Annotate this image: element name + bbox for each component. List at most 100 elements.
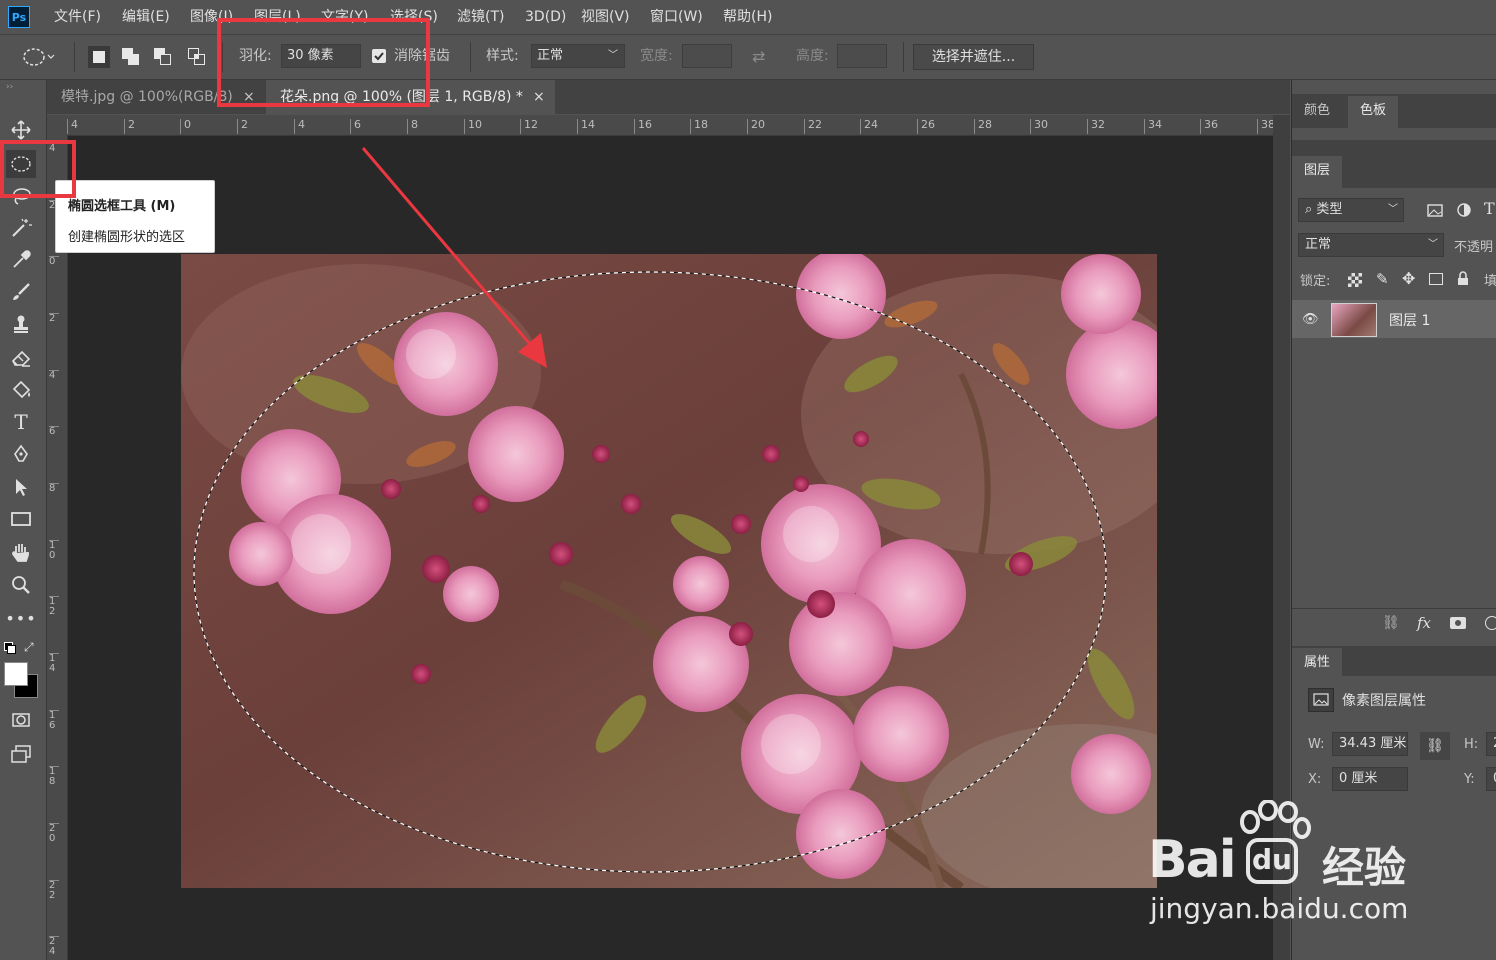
ruler-label: 0	[180, 119, 191, 134]
w-label: W:	[1308, 737, 1325, 752]
pen-tool-icon[interactable]	[6, 440, 36, 468]
eraser-tool-icon[interactable]	[6, 343, 36, 371]
menu-edit[interactable]: 编辑(E)	[122, 0, 170, 34]
ruler-label: 4	[49, 370, 59, 381]
ruler-label: 16	[634, 119, 652, 134]
layer-filter-select[interactable]: ⌕ 类型 ﹀	[1298, 198, 1404, 222]
quick-mask-icon[interactable]	[6, 706, 36, 734]
stamp-tool-icon[interactable]	[6, 310, 36, 338]
ruler-label: 22	[49, 880, 59, 901]
style-select[interactable]: 正常 ﹀	[531, 44, 625, 68]
new-selection-button[interactable]	[88, 46, 110, 68]
foreground-color-swatch[interactable]	[4, 662, 28, 686]
width-input[interactable]	[682, 44, 732, 68]
image-filter-icon[interactable]	[1426, 201, 1444, 219]
swap-icon[interactable]: ⇄	[752, 47, 772, 67]
feather-highlight-box	[217, 18, 430, 107]
tab-properties[interactable]: 属性	[1292, 648, 1343, 676]
lock-transparency-icon[interactable]	[1348, 273, 1362, 287]
default-colors-icon[interactable]	[4, 642, 16, 654]
collapse-icon[interactable]: ››	[6, 82, 13, 92]
type-tool-icon[interactable]: T	[6, 408, 36, 436]
pixel-layer-icon	[1308, 688, 1334, 712]
eye-icon[interactable]: 👁	[1302, 312, 1319, 327]
height-field[interactable]: 2	[1486, 732, 1496, 756]
tab-color[interactable]: 颜色	[1292, 96, 1342, 126]
screen-mode-icon[interactable]	[6, 740, 36, 768]
intersect-selection-button[interactable]	[186, 46, 208, 68]
ruler-label: 2	[49, 313, 59, 324]
x-field[interactable]: 0 厘米	[1332, 767, 1408, 791]
search-icon: ⌕	[1305, 202, 1313, 217]
menu-window[interactable]: 窗口(W)	[650, 0, 703, 34]
height-input[interactable]	[837, 44, 887, 68]
subtract-selection-button[interactable]	[152, 46, 174, 68]
width-field[interactable]: 34.43 厘米	[1332, 732, 1408, 756]
rectangle-tool-icon[interactable]	[6, 505, 36, 533]
more-tools-icon[interactable]: •••	[5, 604, 36, 632]
tab-swatches[interactable]: 色板	[1348, 96, 1399, 128]
brush-tool-icon[interactable]	[6, 278, 36, 306]
elliptical-marquee-preset-icon[interactable]	[22, 46, 55, 66]
y-field[interactable]: 0	[1486, 767, 1496, 791]
adjustment-filter-icon[interactable]	[1455, 201, 1473, 219]
ruler-label: 20	[49, 823, 59, 844]
ruler-label: 30	[1030, 119, 1048, 134]
horizontal-ruler: 4 2 0 2 4 6 8 10 12 14 16 18 20 22 24 26…	[47, 115, 1275, 136]
x-label: X:	[1308, 772, 1322, 787]
eyedropper-tool-icon[interactable]	[6, 246, 36, 274]
fx-icon[interactable]: fx	[1417, 614, 1431, 632]
ruler-label: 6	[350, 119, 361, 134]
tool-tooltip: 椭圆选框工具 (M) 创建椭圆形状的选区	[55, 180, 215, 253]
menu-filter[interactable]: 滤镜(T)	[457, 0, 504, 34]
ruler-label: 26	[917, 119, 935, 134]
link-dimensions-icon[interactable]: ⛓	[1420, 732, 1450, 760]
swap-colors-icon[interactable]: ⤢	[24, 640, 34, 655]
add-mask-icon[interactable]	[1450, 617, 1466, 629]
ruler-label: 8	[49, 483, 59, 494]
close-icon[interactable]: ×	[533, 80, 545, 114]
tab-label: 模特.jpg @ 100%(RGB/8)	[61, 89, 233, 105]
menu-view[interactable]: 视图(V)	[581, 0, 630, 34]
menu-3d[interactable]: 3D(D)	[525, 0, 566, 34]
h-label: H:	[1464, 737, 1479, 752]
ruler-label: 12	[49, 596, 59, 617]
path-selection-tool-icon[interactable]	[6, 473, 36, 501]
layer-row[interactable]: 👁 图层 1	[1292, 300, 1496, 338]
height-label: 高度:	[796, 48, 829, 64]
opacity-label: 不透明	[1454, 240, 1494, 255]
layer-name[interactable]: 图层 1	[1389, 310, 1430, 330]
select-and-mask-button[interactable]: 选择并遮住...	[913, 44, 1034, 70]
link-layers-icon[interactable]: ⛓	[1382, 615, 1400, 631]
tooltip-description: 创建椭圆形状的选区	[68, 230, 186, 245]
ruler-label: 18	[49, 766, 59, 787]
lock-all-icon[interactable]	[1457, 271, 1469, 286]
tools-panel: ›› T ••• ⤢	[0, 80, 47, 960]
baidu-watermark: Bai du 经验 jingyan.baidu.com	[1110, 800, 1440, 940]
ruler-label: 12	[520, 119, 538, 134]
layers-footer: ⛓ fx	[1292, 608, 1496, 641]
magic-wand-tool-icon[interactable]	[6, 214, 36, 242]
ruler-label: 8	[407, 119, 418, 134]
lock-pixels-icon[interactable]: ✎	[1376, 270, 1389, 288]
type-filter-icon[interactable]: T	[1484, 199, 1495, 218]
zoom-tool-icon[interactable]	[6, 571, 36, 599]
ruler-label: 14	[577, 119, 595, 134]
watermark-url: jingyan.baidu.com	[1150, 892, 1409, 925]
add-selection-button[interactable]	[120, 46, 142, 68]
tab-layers[interactable]: 图层	[1292, 156, 1343, 188]
lock-artboard-icon[interactable]	[1429, 273, 1443, 285]
hand-tool-icon[interactable]	[6, 538, 36, 566]
menu-help[interactable]: 帮助(H)	[723, 0, 772, 34]
paint-bucket-tool-icon[interactable]	[6, 376, 36, 404]
lock-label: 锁定:	[1300, 274, 1331, 289]
menu-file[interactable]: 文件(F)	[54, 0, 101, 34]
ruler-label: 0	[49, 256, 59, 267]
color-panel-header: 颜色 色板	[1292, 94, 1496, 128]
lock-position-icon[interactable]: ✥	[1402, 269, 1415, 288]
ruler-label: 28	[974, 119, 992, 134]
adjustment-layer-icon[interactable]	[1485, 616, 1496, 630]
blend-mode-select[interactable]: 正常 ﹀	[1298, 233, 1444, 257]
ruler-label: 20	[747, 119, 765, 134]
style-value: 正常	[537, 48, 564, 63]
